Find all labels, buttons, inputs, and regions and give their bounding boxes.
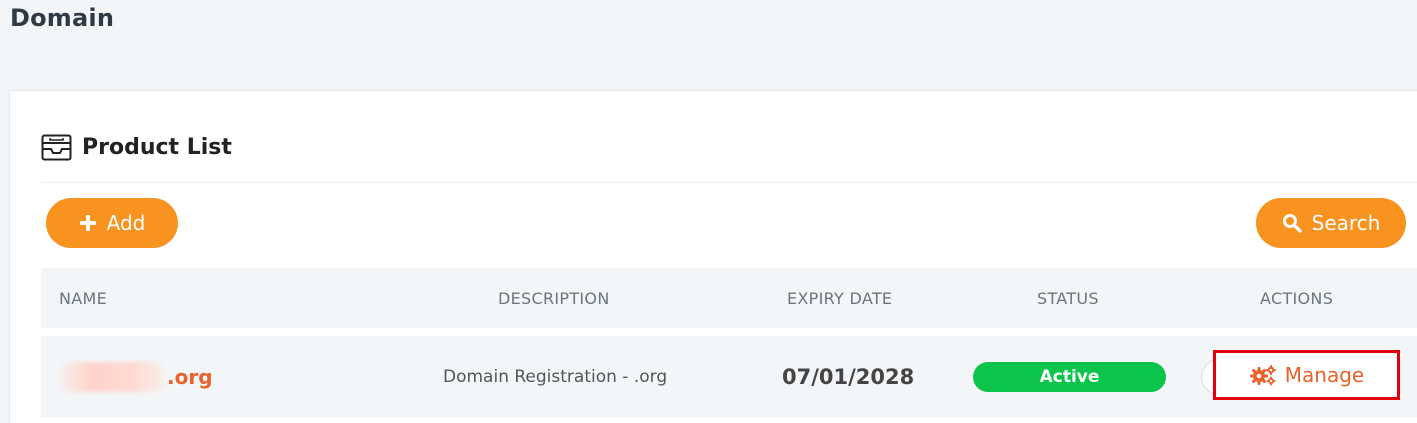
column-header-status[interactable]: STATUS bbox=[1037, 268, 1099, 328]
product-list-card: Product List Add Search NAME DESCRIPTION… bbox=[9, 90, 1417, 423]
page-title: Domain bbox=[10, 4, 115, 32]
search-button-label: Search bbox=[1311, 211, 1381, 235]
add-button[interactable]: Add bbox=[46, 198, 178, 248]
column-header-actions: ACTIONS bbox=[1260, 288, 1334, 308]
gears-icon bbox=[1249, 364, 1277, 386]
card-header: Product List bbox=[41, 131, 232, 163]
column-header-expiry-date[interactable]: EXPIRY DATE bbox=[787, 268, 892, 328]
manage-button[interactable]: Manage bbox=[1249, 363, 1364, 387]
product-table: NAME DESCRIPTION EXPIRY DATE STATUS ACTI… bbox=[41, 268, 1417, 418]
redacted-domain bbox=[59, 362, 165, 392]
manage-highlight-box: Manage bbox=[1213, 350, 1400, 400]
plus-icon bbox=[79, 214, 97, 232]
column-header-description[interactable]: DESCRIPTION bbox=[498, 268, 610, 328]
table-header: NAME DESCRIPTION EXPIRY DATE STATUS ACTI… bbox=[41, 268, 1417, 328]
expiry-date-text: 07/01/2028 bbox=[782, 365, 915, 389]
domain-name-cell[interactable]: .org bbox=[59, 336, 213, 418]
domain-suffix: .org bbox=[167, 365, 213, 389]
expiry-date-cell: 07/01/2028 bbox=[782, 336, 914, 418]
search-icon bbox=[1282, 213, 1302, 233]
table-row[interactable]: .org Domain Registration - .org 07/01/20… bbox=[41, 336, 1417, 418]
status-badge: Active bbox=[973, 362, 1166, 392]
card-title: Product List bbox=[82, 134, 232, 160]
domain-name-link[interactable]: .org bbox=[59, 362, 213, 392]
description-text: Domain Registration - .org bbox=[443, 367, 668, 387]
manage-button-label: Manage bbox=[1284, 363, 1365, 387]
add-button-label: Add bbox=[106, 211, 146, 235]
column-header-name[interactable]: NAME bbox=[59, 268, 107, 328]
inbox-tray-icon bbox=[41, 134, 72, 161]
search-button[interactable]: Search bbox=[1256, 198, 1406, 248]
header-divider bbox=[41, 182, 1417, 183]
status-cell: Active bbox=[973, 336, 1166, 418]
description-cell: Domain Registration - .org bbox=[443, 336, 667, 418]
